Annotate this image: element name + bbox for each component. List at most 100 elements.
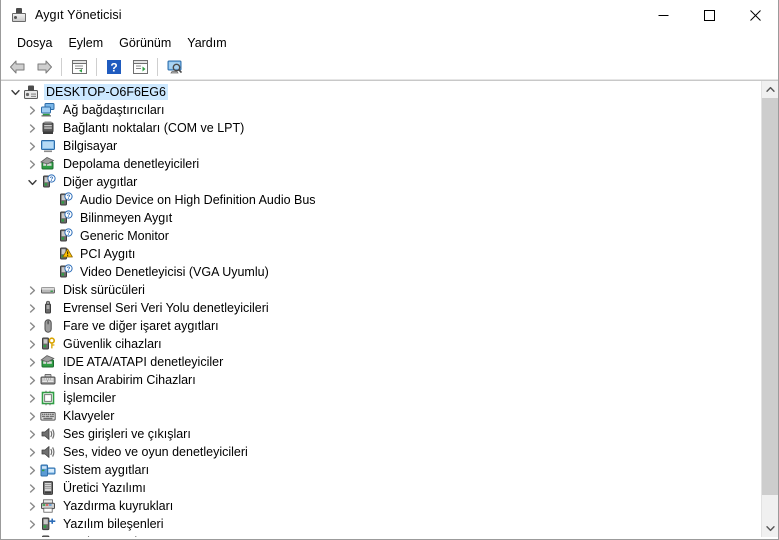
chevron-right-icon[interactable] [24, 534, 40, 537]
forward-arrow-icon [37, 60, 52, 73]
chevron-right-icon [29, 357, 35, 367]
audio-video-game-icon [40, 444, 56, 460]
tree-row[interactable]: ? Generic Monitor [1, 227, 761, 245]
storage-controller-icon [40, 156, 56, 172]
chevron-right-icon[interactable] [24, 354, 40, 370]
help-button[interactable]: ? [101, 55, 127, 79]
tree-row[interactable]: Üretici Yazılımı [1, 479, 761, 497]
chevron-right-icon[interactable] [24, 480, 40, 496]
tree-row-label: PCI Aygıtı [80, 247, 136, 261]
maximize-button[interactable] [686, 0, 732, 31]
keyboard-icon [40, 408, 56, 424]
processor-icon [40, 390, 56, 406]
tree-row-label: Disk sürücüleri [63, 283, 145, 297]
properties-button[interactable] [66, 55, 92, 79]
tree-row[interactable]: ? Bilinmeyen Aygıt [1, 209, 761, 227]
tree-row-label: Bağlantı noktaları (COM ve LPT) [63, 121, 245, 135]
tree-row[interactable]: Disk sürücüleri [1, 281, 761, 299]
tree-row[interactable]: Yazılım bileşenleri [1, 515, 761, 533]
scrollbar-thumb[interactable] [762, 98, 778, 495]
minimize-button[interactable] [640, 0, 686, 31]
chevron-right-icon [29, 483, 35, 493]
menu-dosya[interactable]: Dosya [9, 34, 60, 52]
tree-row[interactable]: Ses girişleri ve çıkışları [1, 425, 761, 443]
tree-row-label: Diğer aygıtlar [63, 175, 138, 189]
tree-row[interactable]: ? Video Denetleyicisi (VGA Uyumlu) [1, 263, 761, 281]
svg-text:?: ? [67, 213, 71, 219]
tree-row[interactable]: Yazdırma kuyrukları [1, 497, 761, 515]
chevron-right-icon[interactable] [24, 336, 40, 352]
chevron-right-icon [29, 285, 35, 295]
chevron-right-icon[interactable] [24, 498, 40, 514]
tree-row-label: Yazılım aygıtları [61, 534, 154, 537]
ports-icon [40, 120, 56, 136]
tree-row[interactable]: Ağ bağdaştırıcıları [1, 101, 761, 119]
chevron-right-icon[interactable] [24, 444, 40, 460]
tree-row-label: DESKTOP-O6F6EG6 [44, 84, 168, 100]
title-bar: Aygıt Yöneticisi [1, 0, 778, 31]
tree-row[interactable]: Bağlantı noktaları (COM ve LPT) [1, 119, 761, 137]
vertical-scrollbar[interactable] [761, 81, 778, 537]
scroll-down-button[interactable] [762, 520, 778, 537]
forward-button[interactable] [31, 55, 57, 79]
system-device-icon [40, 462, 56, 478]
back-button[interactable] [5, 55, 31, 79]
tree-row[interactable]: ? Diğer aygıtlar [1, 173, 761, 191]
tree-row[interactable]: Sistem aygıtları [1, 461, 761, 479]
tree-row[interactable]: Fare ve diğer işaret aygıtları [1, 317, 761, 335]
tree-row[interactable]: Klavyeler [1, 407, 761, 425]
scan-hardware-button[interactable] [162, 55, 188, 79]
chevron-right-icon[interactable] [24, 282, 40, 298]
chevron-right-icon[interactable] [24, 120, 40, 136]
toolbar-separator [61, 57, 62, 76]
chevron-right-icon[interactable] [24, 300, 40, 316]
tree-row[interactable]: IDE ATA/ATAPI denetleyiciler [1, 353, 761, 371]
tree-row[interactable]: PCI Aygıtı [1, 245, 761, 263]
chevron-right-icon[interactable] [24, 390, 40, 406]
chevron-right-icon [29, 393, 35, 403]
chevron-right-icon[interactable] [24, 408, 40, 424]
close-button[interactable] [732, 0, 778, 31]
scrollbar-track[interactable] [762, 98, 778, 520]
menu-eylem[interactable]: Eylem [60, 34, 111, 52]
chevron-right-icon[interactable] [24, 426, 40, 442]
chevron-right-icon[interactable] [24, 318, 40, 334]
security-device-icon [42, 337, 55, 350]
update-driver-button[interactable] [127, 55, 153, 79]
device-tree-pane[interactable]: DESKTOP-O6F6EG6 Ağ bağdaştırıcıları Bağlan… [1, 81, 761, 537]
device-manager-icon [11, 7, 27, 23]
menu-gorunum[interactable]: Görünüm [111, 34, 179, 52]
tree-row[interactable]: İnsan Arabirim Cihazları [1, 371, 761, 389]
chevron-down-icon[interactable] [7, 84, 23, 100]
tree-row[interactable]: Ses, video ve oyun denetleyicileri [1, 443, 761, 461]
window-title: Aygıt Yöneticisi [35, 8, 122, 22]
menu-bar: Dosya Eylem Görünüm Yardım [1, 31, 778, 54]
firmware-icon [43, 481, 53, 495]
tree-row-label: Sistem aygıtları [63, 463, 150, 477]
tree-row[interactable]: İşlemciler [1, 389, 761, 407]
scroll-up-button[interactable] [762, 81, 778, 98]
tree-row[interactable]: Yazılım aygıtları [1, 533, 761, 537]
network-adapter-icon [40, 102, 56, 118]
tree-row[interactable]: Güvenlik cihazları [1, 335, 761, 353]
unknown-device-icon: ? [60, 264, 73, 278]
usb-icon [40, 300, 56, 316]
tree-row-label: Bilgisayar [63, 139, 118, 153]
svg-text:?: ? [67, 231, 71, 237]
chevron-right-icon[interactable] [24, 372, 40, 388]
tree-row[interactable]: Depolama denetleyicileri [1, 155, 761, 173]
chevron-right-icon[interactable] [24, 138, 40, 154]
chevron-right-icon[interactable] [24, 462, 40, 478]
chevron-right-icon [29, 465, 35, 475]
tree-row[interactable]: Evrensel Seri Veri Yolu denetleyicileri [1, 299, 761, 317]
menu-yardim[interactable]: Yardım [179, 34, 234, 52]
chevron-right-icon[interactable] [24, 156, 40, 172]
tree-row-root[interactable]: DESKTOP-O6F6EG6 [1, 83, 761, 101]
chevron-down-icon[interactable] [24, 174, 40, 190]
tree-row[interactable]: ? Audio Device on High Definition Audio B… [1, 191, 761, 209]
tree-row-label: Klavyeler [63, 409, 115, 423]
tree-row-label: Üretici Yazılımı [63, 481, 146, 495]
tree-row[interactable]: Bilgisayar [1, 137, 761, 155]
chevron-right-icon[interactable] [24, 102, 40, 118]
chevron-right-icon[interactable] [24, 516, 40, 532]
